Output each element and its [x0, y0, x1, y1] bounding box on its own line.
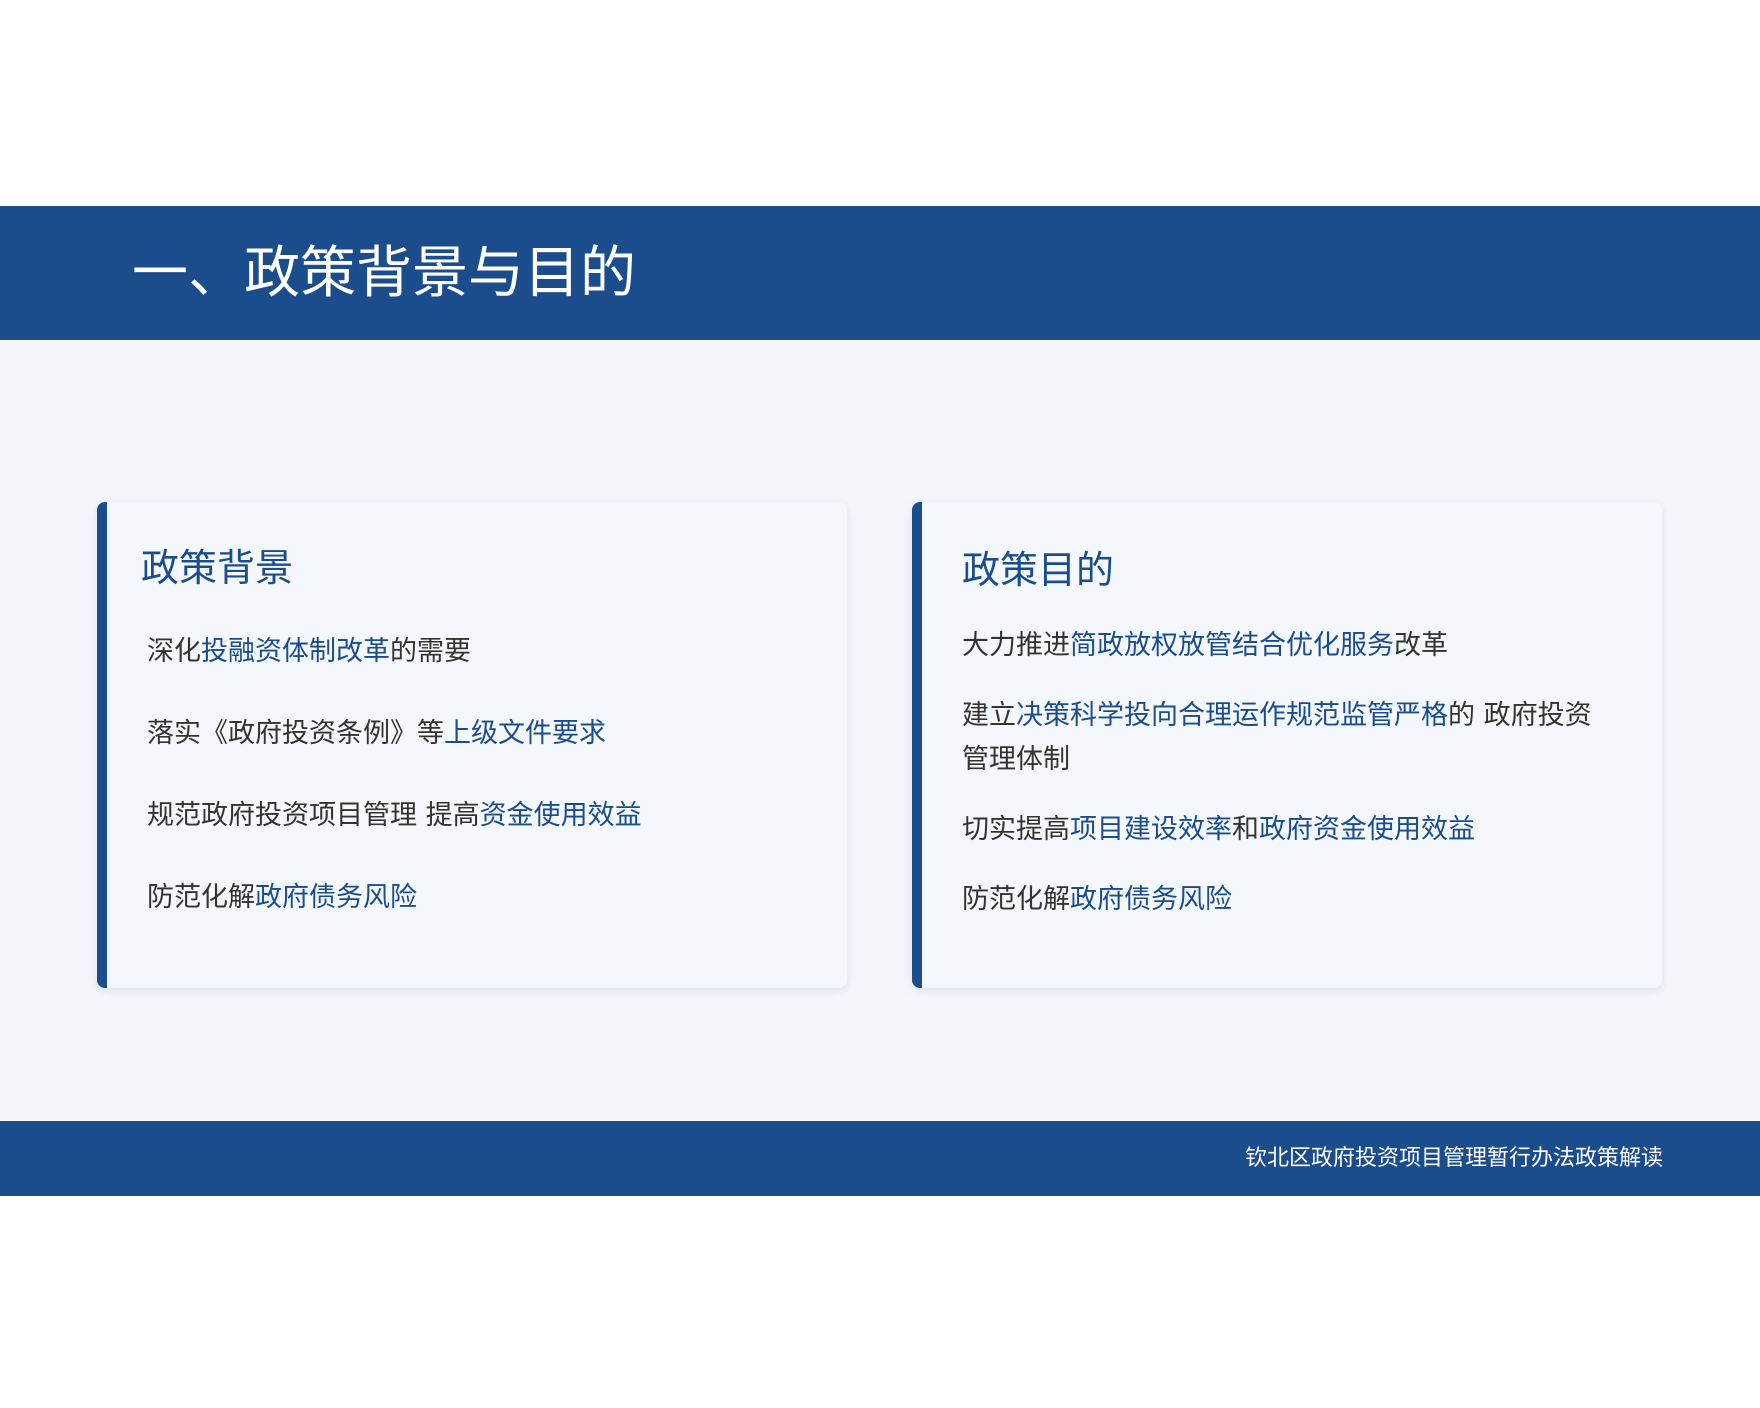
item-highlight: 资金使用效益 — [479, 800, 642, 831]
item-highlight: 简政放权放管结合优化服务 — [1070, 630, 1394, 661]
item-highlight: 政府债务风险 — [255, 882, 417, 913]
item-text: 规范政府投资项目管理 提高 — [147, 800, 480, 831]
list-item: 规范政府投资项目管理 提高资金使用效益 — [147, 794, 642, 838]
item-highlight: 上级文件要求 — [444, 718, 606, 749]
card-title-background: 政策背景 — [141, 546, 294, 590]
list-item: 落实《政府投资条例》等上级文件要求 — [147, 712, 642, 756]
item-highlight: 项目建设效率 — [1070, 814, 1232, 845]
item-highlight: 政府资金使用效益 — [1259, 814, 1475, 845]
item-highlight: 政府债务风险 — [1070, 884, 1232, 915]
footer-caption: 钦北区政府投资项目管理暂行办法政策解读 — [1244, 1146, 1663, 1171]
item-text: 和 — [1232, 814, 1259, 845]
item-text: 切实提高 — [962, 814, 1070, 845]
item-text: 防范化解 — [962, 884, 1070, 915]
item-text: 深化 — [147, 636, 201, 667]
card-title-purpose: 政策目的 — [962, 548, 1115, 592]
list-item: 防范化解政府债务风险 — [962, 878, 1612, 922]
item-text: 的需要 — [390, 636, 471, 667]
list-item: 建立决策科学投向合理运作规范监管严格的 政府投资管理体制 — [962, 694, 1612, 782]
slide: 一、政策背景与目的 政策背景 深化投融资体制改革的需要 落实《政府投资条例》等上… — [0, 206, 1760, 1196]
item-text: 改革 — [1394, 630, 1448, 661]
background-item-list: 深化投融资体制改革的需要 落实《政府投资条例》等上级文件要求 规范政府投资项目管… — [147, 630, 642, 958]
item-highlight: 决策科学投向合理运作规范监管严格 — [1016, 700, 1448, 731]
policy-background-card: 政策背景 深化投融资体制改革的需要 落实《政府投资条例》等上级文件要求 规范政府… — [97, 502, 847, 988]
list-item: 防范化解政府债务风险 — [147, 876, 642, 920]
list-item: 深化投融资体制改革的需要 — [147, 630, 642, 674]
item-text: 建立 — [962, 700, 1016, 731]
purpose-item-list: 大力推进简政放权放管结合优化服务改革 建立决策科学投向合理运作规范监管严格的 政… — [962, 624, 1612, 948]
item-highlight: 投融资体制改革 — [201, 636, 390, 667]
list-item: 大力推进简政放权放管结合优化服务改革 — [962, 624, 1612, 668]
page-title: 一、政策背景与目的 — [132, 241, 636, 306]
item-text: 防范化解 — [147, 882, 255, 913]
item-text: 大力推进 — [962, 630, 1070, 661]
title-bar: 一、政策背景与目的 — [0, 206, 1760, 340]
item-text: 落实《政府投资条例》等 — [147, 718, 444, 749]
policy-purpose-card: 政策目的 大力推进简政放权放管结合优化服务改革 建立决策科学投向合理运作规范监管… — [912, 502, 1662, 988]
list-item: 切实提高项目建设效率和政府资金使用效益 — [962, 808, 1612, 852]
footer-bar: 钦北区政府投资项目管理暂行办法政策解读 — [0, 1121, 1760, 1196]
